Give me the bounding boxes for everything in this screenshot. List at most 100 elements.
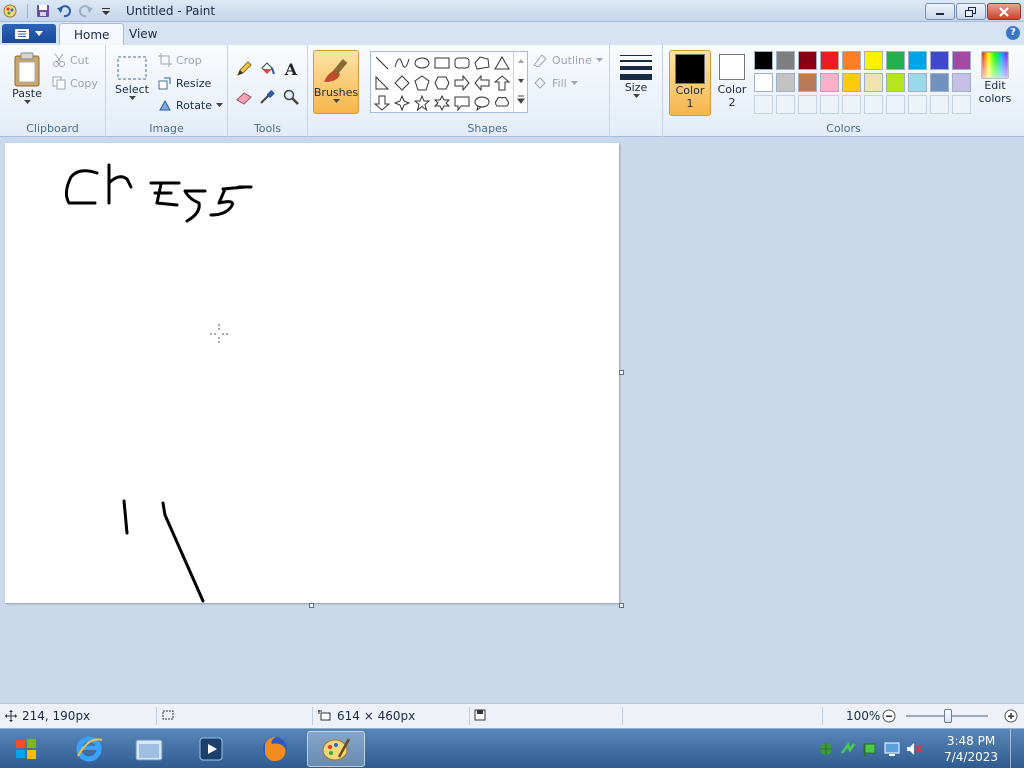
color-swatch[interactable] bbox=[886, 51, 905, 70]
right-triangle-shape-icon[interactable] bbox=[373, 74, 391, 92]
six-point-star-shape-icon[interactable] bbox=[433, 94, 451, 112]
custom-color-slot[interactable] bbox=[908, 95, 927, 114]
undo-icon[interactable] bbox=[56, 3, 72, 19]
select-button[interactable]: Select bbox=[112, 53, 152, 101]
media-player-icon[interactable] bbox=[182, 731, 240, 767]
text-tool-icon[interactable]: A bbox=[281, 59, 301, 79]
custom-color-slot[interactable] bbox=[798, 95, 817, 114]
rotate-button[interactable]: Rotate bbox=[158, 98, 224, 112]
file-explorer-icon[interactable] bbox=[120, 731, 178, 767]
color1-button[interactable]: Color 1 bbox=[669, 50, 711, 116]
curve-shape-icon[interactable] bbox=[393, 54, 411, 72]
fill-button[interactable]: Fill bbox=[532, 76, 578, 90]
custom-color-slot[interactable] bbox=[754, 95, 773, 114]
hexagon-shape-icon[interactable] bbox=[433, 74, 451, 92]
restore-button[interactable] bbox=[956, 3, 986, 20]
minimize-button[interactable] bbox=[925, 3, 955, 20]
paste-button[interactable]: Paste bbox=[8, 51, 46, 105]
color-picker-icon[interactable] bbox=[257, 87, 277, 107]
resize-handle-bottom[interactable] bbox=[309, 603, 314, 608]
color-swatch[interactable] bbox=[952, 73, 971, 92]
color-swatch[interactable] bbox=[820, 51, 839, 70]
color-swatch[interactable] bbox=[820, 73, 839, 92]
file-menu-button[interactable] bbox=[2, 24, 56, 43]
edit-colors-button[interactable]: Edit colors bbox=[977, 51, 1013, 105]
color-swatch[interactable] bbox=[842, 73, 861, 92]
sync-icon[interactable] bbox=[840, 741, 856, 757]
left-arrow-shape-icon[interactable] bbox=[473, 74, 491, 92]
zoom-out-button[interactable] bbox=[882, 709, 896, 723]
flag-icon[interactable] bbox=[862, 741, 878, 757]
resize-handle-right[interactable] bbox=[619, 370, 624, 375]
custom-color-slot[interactable] bbox=[842, 95, 861, 114]
five-point-star-shape-icon[interactable] bbox=[413, 94, 431, 112]
size-button[interactable]: Size bbox=[616, 53, 656, 99]
color-swatch[interactable] bbox=[886, 73, 905, 92]
color-swatch[interactable] bbox=[930, 51, 949, 70]
oval-shape-icon[interactable] bbox=[413, 54, 431, 72]
custom-color-slot[interactable] bbox=[952, 95, 971, 114]
color-swatch[interactable] bbox=[842, 51, 861, 70]
drawing-canvas[interactable] bbox=[5, 143, 619, 603]
firefox-icon[interactable] bbox=[246, 731, 304, 767]
color-swatch[interactable] bbox=[754, 51, 773, 70]
polygon-shape-icon[interactable] bbox=[473, 54, 491, 72]
show-desktop-button[interactable] bbox=[1010, 729, 1024, 768]
redo-icon[interactable] bbox=[78, 3, 94, 19]
color-swatch[interactable] bbox=[864, 51, 883, 70]
zoom-in-button[interactable] bbox=[1004, 709, 1018, 723]
four-point-star-shape-icon[interactable] bbox=[393, 94, 411, 112]
down-arrow-shape-icon[interactable] bbox=[373, 94, 391, 112]
oval-callout-shape-icon[interactable] bbox=[473, 94, 491, 112]
color-swatch[interactable] bbox=[754, 73, 773, 92]
rect-callout-shape-icon[interactable] bbox=[453, 94, 471, 112]
color-swatch[interactable] bbox=[864, 73, 883, 92]
custom-color-slot[interactable] bbox=[820, 95, 839, 114]
up-arrow-shape-icon[interactable] bbox=[493, 74, 511, 92]
start-button[interactable] bbox=[4, 731, 48, 767]
zoom-slider-thumb[interactable] bbox=[944, 709, 952, 723]
speaker-muted-icon[interactable] bbox=[906, 741, 922, 757]
cut-button[interactable]: Cut bbox=[52, 53, 89, 67]
line-shape-icon[interactable] bbox=[373, 54, 391, 72]
color-swatch[interactable] bbox=[908, 51, 927, 70]
copy-button[interactable]: Copy bbox=[52, 76, 98, 90]
rounded-rectangle-shape-icon[interactable] bbox=[453, 54, 471, 72]
help-icon[interactable]: ? bbox=[1006, 26, 1020, 40]
shapes-scroll[interactable] bbox=[513, 52, 527, 112]
tab-view[interactable]: View bbox=[115, 23, 171, 45]
magnifier-icon[interactable] bbox=[281, 87, 301, 107]
color2-button[interactable]: Color 2 bbox=[713, 50, 751, 109]
save-icon[interactable] bbox=[35, 3, 51, 19]
brushes-button[interactable]: Brushes bbox=[313, 50, 359, 114]
pentagon-shape-icon[interactable] bbox=[413, 74, 431, 92]
custom-color-slot[interactable] bbox=[864, 95, 883, 114]
triangle-shape-icon[interactable] bbox=[493, 54, 511, 72]
display-icon[interactable] bbox=[884, 741, 900, 757]
resize-button[interactable]: Resize bbox=[158, 76, 211, 90]
color-swatch[interactable] bbox=[776, 73, 795, 92]
right-arrow-shape-icon[interactable] bbox=[453, 74, 471, 92]
paint-taskbar-icon[interactable] bbox=[307, 731, 365, 767]
pencil-icon[interactable] bbox=[234, 59, 254, 79]
custom-color-slot[interactable] bbox=[776, 95, 795, 114]
internet-explorer-icon[interactable] bbox=[60, 731, 118, 767]
clock[interactable]: 3:48 PM 7/4/2023 bbox=[944, 733, 998, 765]
eraser-icon[interactable] bbox=[234, 87, 254, 107]
customize-qat-icon[interactable] bbox=[98, 3, 114, 19]
custom-color-slot[interactable] bbox=[930, 95, 949, 114]
close-button[interactable] bbox=[987, 3, 1021, 20]
fill-bucket-icon[interactable] bbox=[257, 59, 277, 79]
network-globe-icon[interactable] bbox=[818, 741, 834, 757]
color-swatch[interactable] bbox=[798, 73, 817, 92]
paint-app-icon[interactable] bbox=[2, 3, 18, 19]
outline-button[interactable]: Outline bbox=[532, 53, 603, 67]
color-swatch[interactable] bbox=[908, 73, 927, 92]
color-swatch[interactable] bbox=[776, 51, 795, 70]
diamond-shape-icon[interactable] bbox=[393, 74, 411, 92]
rectangle-shape-icon[interactable] bbox=[433, 54, 451, 72]
cloud-callout-shape-icon[interactable] bbox=[493, 94, 511, 112]
color-swatch[interactable] bbox=[952, 51, 971, 70]
resize-handle-corner[interactable] bbox=[619, 603, 624, 608]
custom-color-slot[interactable] bbox=[886, 95, 905, 114]
